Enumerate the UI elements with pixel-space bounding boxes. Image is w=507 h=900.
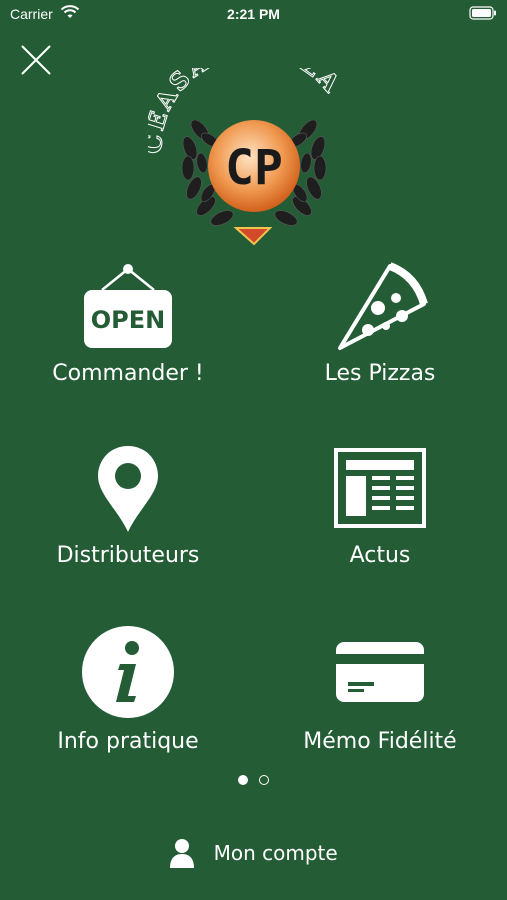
open-sign-text: OPEN <box>91 306 165 334</box>
user-icon <box>170 839 195 868</box>
loyalty-button[interactable]: Mémo Fidélité <box>280 624 480 756</box>
page-dot-1[interactable] <box>237 775 248 785</box>
news-button[interactable]: Actus <box>280 444 480 570</box>
newspaper-icon <box>334 448 426 528</box>
pizzas-label: Les Pizzas <box>324 361 436 386</box>
loyalty-label: Mémo Fidélité <box>303 729 457 754</box>
credit-card-icon <box>336 642 424 702</box>
open-sign-icon: OPEN <box>84 264 172 348</box>
clock: 2:21 PM <box>227 6 280 22</box>
account-label: Mon compte <box>213 841 338 865</box>
distributors-label: Distributeurs <box>56 543 200 568</box>
brand-logo: CP CEASAR PIZZA <box>148 68 345 246</box>
distributors-button[interactable]: Distributeurs <box>28 444 228 570</box>
page-indicator[interactable] <box>0 770 507 789</box>
pizzas-button[interactable]: Les Pizzas <box>280 262 480 388</box>
news-label: Actus <box>349 543 411 568</box>
close-icon[interactable] <box>18 42 54 78</box>
pizza-slice-icon <box>338 262 428 350</box>
account-button[interactable]: Mon compte <box>0 838 507 868</box>
map-pin-icon <box>98 446 158 532</box>
logo-monogram: CP <box>225 140 283 196</box>
page-dot-2[interactable] <box>259 775 270 785</box>
info-label: Info pratique <box>57 729 199 754</box>
status-bar: Carrier 2:21 PM <box>0 0 507 28</box>
battery-icon <box>469 6 496 20</box>
order-button[interactable]: OPEN Commander ! <box>28 262 228 388</box>
info-button[interactable]: Info pratique <box>28 624 228 756</box>
info-icon <box>82 626 174 718</box>
order-label: Commander ! <box>52 361 204 386</box>
